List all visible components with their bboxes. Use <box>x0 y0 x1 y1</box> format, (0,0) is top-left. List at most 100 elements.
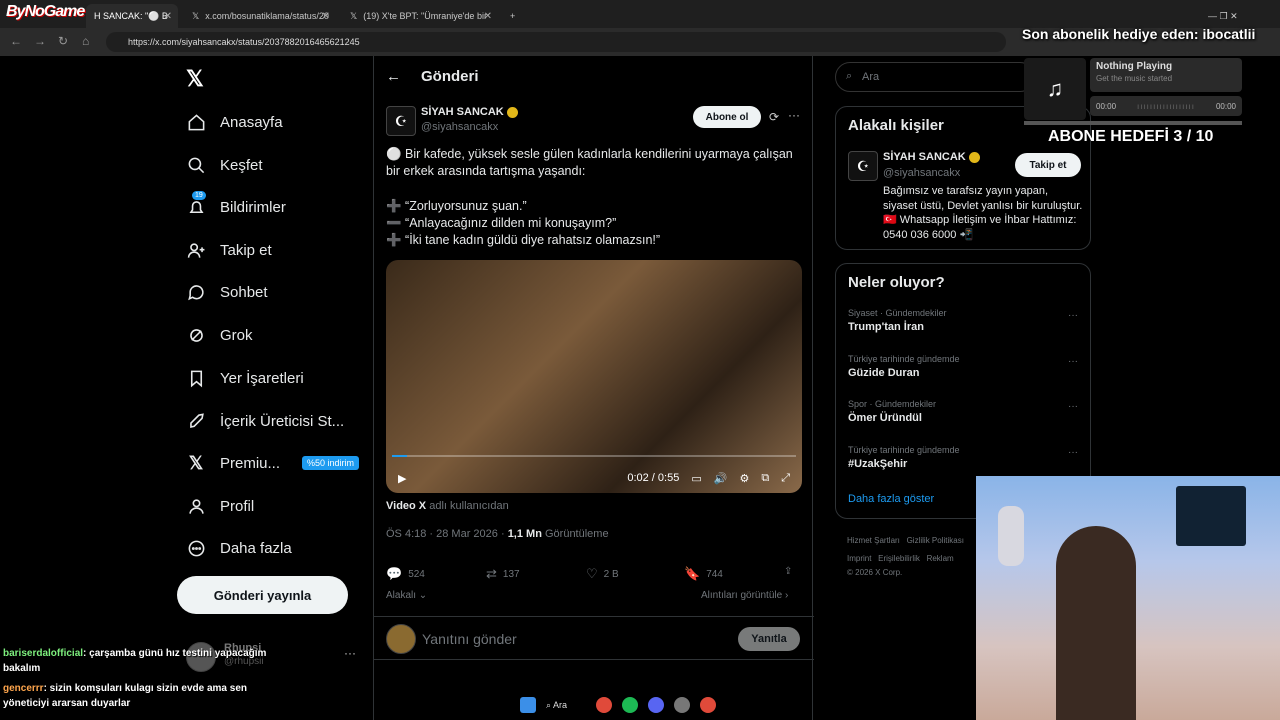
sidebar-item-premium[interactable]: 𝕏 Premiu... %50 indirim <box>186 448 360 478</box>
close-icon[interactable]: ✕ <box>322 11 330 22</box>
author-avatar[interactable]: ☪ <box>386 106 416 136</box>
chrome-icon[interactable] <box>700 697 716 713</box>
heart-icon: ♡ <box>586 566 598 581</box>
x-icon: 𝕏 <box>188 452 204 473</box>
person-icon <box>186 496 206 516</box>
x-icon: 𝕏 <box>350 10 358 21</box>
browser-tab-bar: ByNoGame H SANCAK: "⚪ B ✕ 𝕏x.com/bosunati… <box>0 0 1280 28</box>
music-note-icon: ♫ <box>1024 58 1086 120</box>
trend-item[interactable]: Türkiye tarihinde gündemde Güzide Duran <box>848 354 960 379</box>
author-avatar[interactable]: ☪ <box>848 151 878 181</box>
sidebar-item-home[interactable]: Anasayfa <box>186 107 283 137</box>
chrome-icon[interactable] <box>596 697 612 713</box>
video-progress-bar[interactable] <box>392 455 796 457</box>
person-bio: Bağımsız ve tarafsız yayın yapan, siyase… <box>883 185 1083 241</box>
footer-links: Hizmet Şartları Gizlilik Politikası <box>847 536 964 545</box>
windows-start-icon[interactable] <box>520 697 536 713</box>
back-arrow-icon[interactable]: ← <box>386 68 401 85</box>
more-dots-icon[interactable]: ··· <box>1068 356 1078 367</box>
fullscreen-icon[interactable]: ⤢ <box>781 472 790 485</box>
like-action[interactable]: ♡ 2 B <box>586 566 619 582</box>
reply-input[interactable]: Yanıtını gönder <box>422 631 517 647</box>
sidebar-item-follow[interactable]: Takip et <box>186 235 272 265</box>
taskbar: ⌕ Ara <box>520 692 770 718</box>
video-controls: ▶ 0:02 / 0:55 ▭ 🔊 ⚙ ⧉ ⤢ <box>386 463 802 493</box>
related-dropdown[interactable]: Alakalı ⌄ <box>386 590 427 601</box>
author-handle: @siyahsancakx <box>421 121 499 133</box>
grok-icon[interactable]: ⟳ <box>769 110 779 124</box>
video-credit: Video X adlı kullanıcıdan <box>386 500 509 512</box>
follow-button[interactable]: Takip et <box>1015 153 1081 177</box>
browser-tab-1[interactable]: H SANCAK: "⚪ B ✕ <box>86 4 178 28</box>
trend-item[interactable]: Spor · Gündemdekiler Ömer Üründül <box>848 399 936 424</box>
subscribe-button[interactable]: Abone ol <box>693 106 761 128</box>
search-icon: ⌕ <box>846 70 853 82</box>
close-icon[interactable]: ✕ <box>484 11 492 22</box>
url-field[interactable]: https://x.com/siyahsancakx/status/203788… <box>106 32 1006 52</box>
notification-badge: 19 <box>192 191 206 200</box>
pip-icon[interactable]: ⧉ <box>761 472 769 485</box>
close-icon[interactable]: ✕ <box>164 11 172 22</box>
spotify-icon[interactable] <box>622 697 638 713</box>
author-name: SİYAH SANCAK <box>421 106 504 118</box>
copyright: © 2026 X Corp. <box>847 568 903 577</box>
reply-action[interactable]: 💬 524 <box>386 566 425 582</box>
more-dots-icon[interactable]: ··· <box>1068 447 1078 458</box>
home-icon[interactable]: ⌂ <box>82 34 89 48</box>
show-more-link[interactable]: Daha fazla göster <box>848 493 934 505</box>
view-quotes-link[interactable]: Alıntıları görüntüle › <box>701 590 788 601</box>
sidebar-item-grok[interactable]: Grok <box>186 320 253 350</box>
reload-icon[interactable]: ↻ <box>58 34 68 48</box>
more-dots-icon[interactable]: ··· <box>1068 401 1078 412</box>
obs-icon[interactable] <box>674 697 690 713</box>
volume-icon[interactable]: 🔊 <box>714 472 728 485</box>
grok-icon <box>186 325 206 345</box>
streamer <box>1056 526 1136 720</box>
chat-icon <box>186 282 206 302</box>
wall-art <box>1176 486 1246 546</box>
search-input[interactable]: ⌕ Ara <box>835 62 1035 92</box>
more-dots-icon[interactable]: ··· <box>1068 310 1078 321</box>
bell-icon: 19 <box>186 191 206 217</box>
repost-icon: ⇄ <box>486 566 497 581</box>
forward-icon[interactable]: → <box>34 34 46 48</box>
microphone <box>998 506 1024 566</box>
reply-button[interactable]: Yanıtla <box>738 627 800 651</box>
trend-item[interactable]: Siyaset · Gündemdekiler Trump'tan İran <box>848 308 947 333</box>
video-player[interactable]: ▶ 0:02 / 0:55 ▭ 🔊 ⚙ ⧉ ⤢ <box>386 260 802 493</box>
sidebar-item-explore[interactable]: Keşfet <box>186 150 263 180</box>
trend-item[interactable]: Türkiye tarihinde gündemde #UzakŞehir <box>848 445 960 470</box>
premium-discount-badge: %50 indirim <box>302 456 360 470</box>
captions-icon[interactable]: ▭ <box>691 472 701 485</box>
bookmark-action[interactable]: 🔖 744 <box>684 566 723 582</box>
post-author[interactable]: SİYAH SANCAK @siyahsancakx <box>421 106 518 133</box>
page-header: ← Gönderi <box>386 68 479 85</box>
sidebar-item-profile[interactable]: Profil <box>186 491 254 521</box>
more-icon <box>186 538 206 558</box>
share-icon[interactable]: ⇪ <box>784 566 792 577</box>
browser-tab-2[interactable]: 𝕏x.com/bosunatiklama/status/20 ✕ <box>184 4 336 28</box>
more-dots-icon[interactable]: ··· <box>344 646 356 660</box>
goal-bar <box>1024 121 1242 125</box>
sidebar-item-more[interactable]: Daha fazla <box>186 533 292 563</box>
post-button[interactable]: Gönderi yayınla <box>177 576 348 614</box>
subscription-gift-overlay: Son abonelik hediye eden: ibocatlii <box>1022 26 1256 42</box>
bookmark-icon <box>186 368 206 388</box>
verified-badge-icon <box>968 151 980 163</box>
back-icon[interactable]: ← <box>10 34 22 48</box>
x-logo-icon[interactable]: 𝕏 <box>186 66 204 92</box>
sidebar-item-creator-studio[interactable]: İçerik Üreticisi St... <box>186 406 344 436</box>
verified-badge-icon <box>506 106 518 118</box>
new-tab-button[interactable]: + <box>502 4 522 28</box>
taskbar-search[interactable]: ⌕ Ara <box>546 700 586 711</box>
window-controls[interactable]: — ❐ ✕ <box>1200 4 1270 28</box>
discord-icon[interactable] <box>648 697 664 713</box>
play-icon[interactable]: ▶ <box>398 472 406 485</box>
browser-tab-3[interactable]: 𝕏 (19) X'te BPT: "Ümraniye'de bir ✕ <box>342 4 498 28</box>
more-dots-icon[interactable]: ··· <box>788 108 800 122</box>
sidebar-item-bookmarks[interactable]: Yer İşaretleri <box>186 363 304 393</box>
settings-icon[interactable]: ⚙ <box>739 472 749 485</box>
sidebar-item-chat[interactable]: Sohbet <box>186 277 268 307</box>
repost-action[interactable]: ⇄ 137 <box>486 566 520 582</box>
sidebar-item-notifications[interactable]: 19 Bildirimler <box>186 191 286 222</box>
